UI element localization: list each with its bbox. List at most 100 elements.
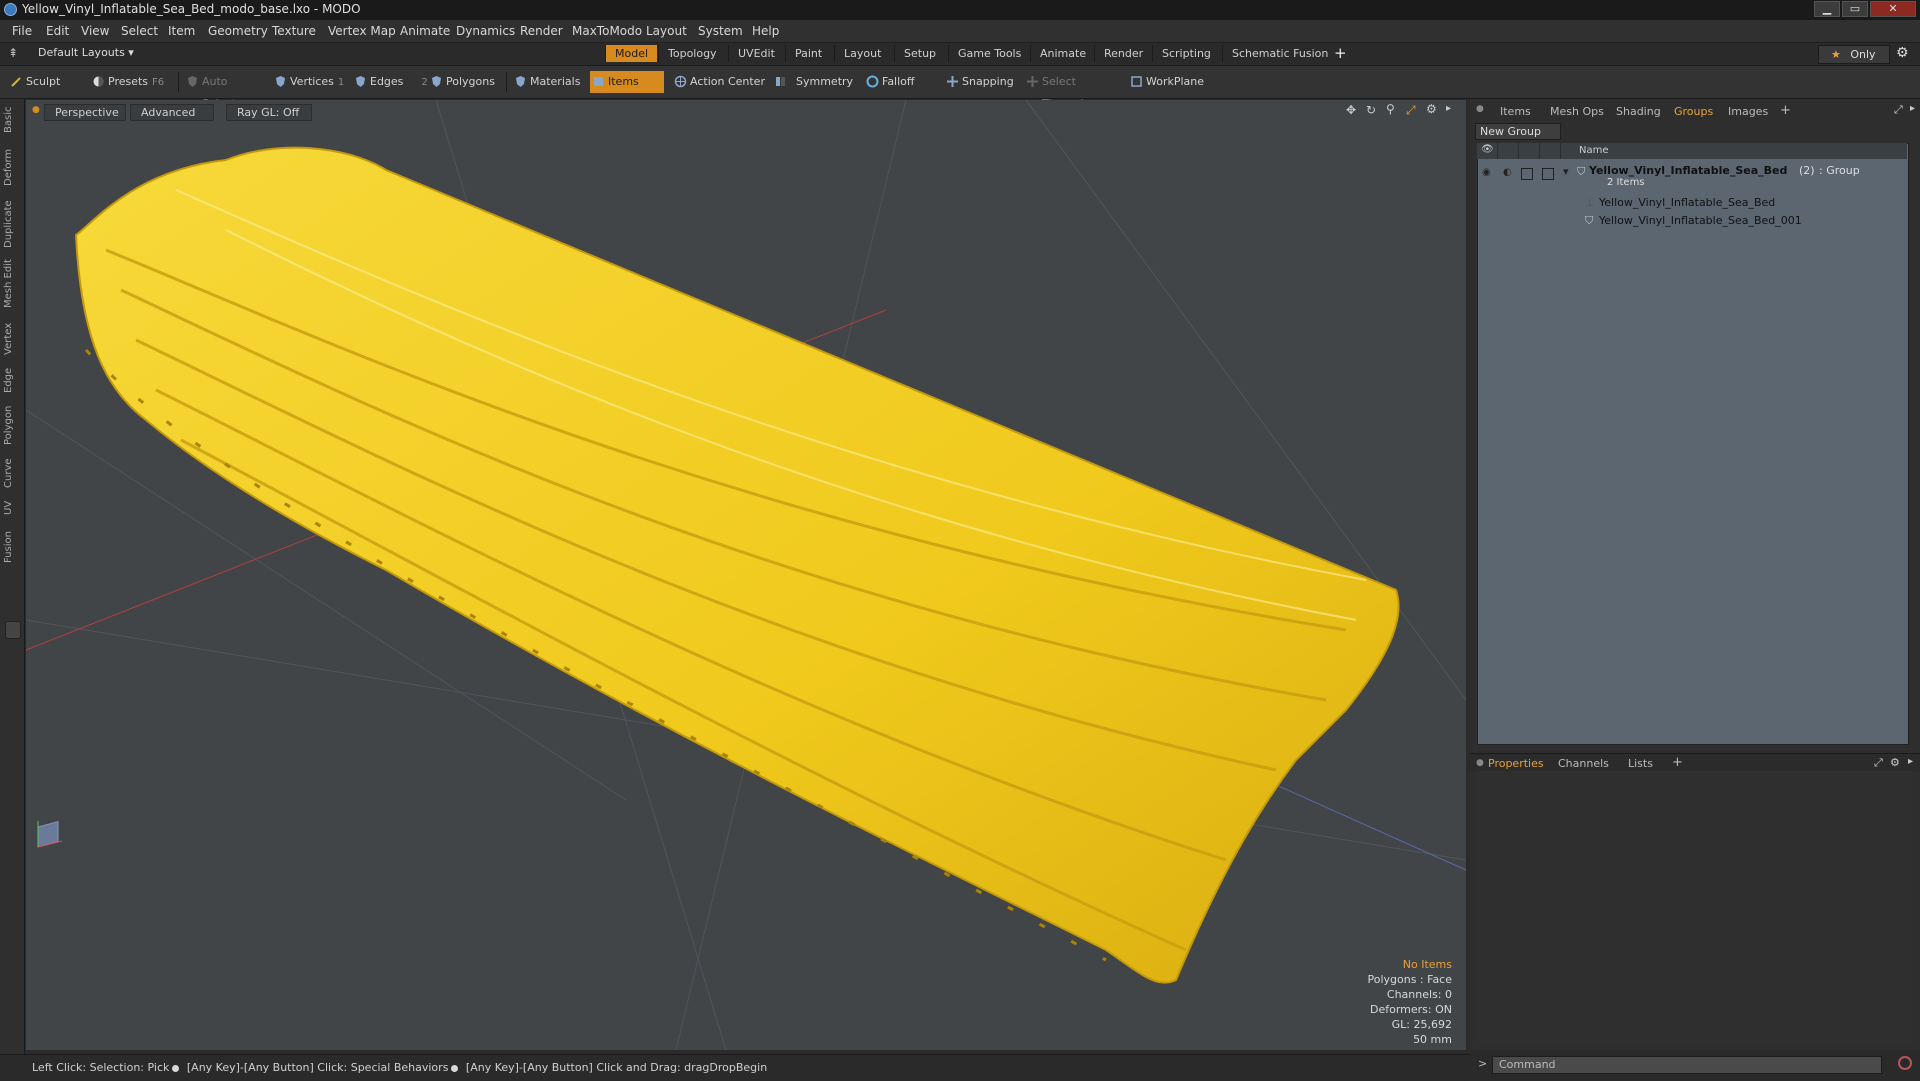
row-render-checkbox[interactable] <box>1521 168 1533 180</box>
pan-icon[interactable]: ✥ <box>1346 103 1356 117</box>
add-layout-icon[interactable]: + <box>1334 44 1347 62</box>
name-column-header[interactable]: Name <box>1579 145 1609 156</box>
group-row[interactable]: ◉ ◐ ▾ ⛉ Yellow_Vinyl_Inflatable_Sea_Bed … <box>1477 163 1907 191</box>
panel-expand-icon[interactable]: ⤢ <box>1894 103 1903 117</box>
minimize-button[interactable]: ▁ <box>1814 1 1840 17</box>
panel-expand-icon[interactable]: ⤢ <box>1874 756 1883 770</box>
menu-animate[interactable]: Animate <box>400 24 450 38</box>
render-column-icon[interactable] <box>1519 143 1540 159</box>
tab-topology[interactable]: Topology <box>658 45 726 62</box>
tab-uv[interactable]: UV <box>3 497 21 519</box>
auto-select-button[interactable]: Auto Select <box>184 71 264 110</box>
layout-selector[interactable]: Default Layouts ▾ <box>38 46 134 59</box>
menu-file[interactable]: File <box>12 24 32 38</box>
command-input[interactable]: Command <box>1492 1056 1882 1074</box>
row-eye-icon[interactable]: ◉ <box>1482 167 1491 178</box>
menu-edit[interactable]: Edit <box>46 24 69 38</box>
zoom-icon[interactable]: ⚲ <box>1386 102 1395 116</box>
record-icon[interactable] <box>1898 1056 1912 1070</box>
raygl-button[interactable]: Ray GL: Off <box>226 104 312 121</box>
row-select-checkbox[interactable] <box>1542 168 1554 180</box>
menu-item[interactable]: Item <box>168 24 195 38</box>
panel-settings-icon[interactable]: ⚙ <box>1890 756 1900 769</box>
menu-texture[interactable]: Texture <box>272 24 316 38</box>
tab-mesh-ops[interactable]: Mesh Ops <box>1550 105 1604 118</box>
menu-dynamics[interactable]: Dynamics <box>456 24 515 38</box>
menu-layout[interactable]: Layout <box>646 24 687 38</box>
tab-items[interactable]: Items <box>1500 105 1531 118</box>
materials-button[interactable]: Materials <box>512 71 590 93</box>
menu-help[interactable]: Help <box>752 24 779 38</box>
expand-arrow-icon[interactable]: ▾ <box>1563 165 1569 178</box>
panel-arrow-icon[interactable]: ▸ <box>1910 103 1915 114</box>
tab-channels[interactable]: Channels <box>1558 757 1609 770</box>
close-button[interactable]: ✕ <box>1870 1 1916 17</box>
viewport-menu-icon[interactable]: ● <box>32 105 40 115</box>
panel-arrow-icon[interactable]: ▸ <box>1908 756 1913 767</box>
edges-button[interactable]: Edges 2 <box>352 71 428 93</box>
symmetry-button[interactable]: Symmetry <box>772 71 853 93</box>
menu-maxtomodo[interactable]: MaxToModo <box>572 24 642 38</box>
tab-fusion[interactable]: Fusion <box>3 527 21 567</box>
tab-mesh-edit[interactable]: Mesh Edit <box>3 259 21 309</box>
strip-toggle-button[interactable] <box>5 621 21 639</box>
menu-select[interactable]: Select <box>121 24 158 38</box>
tab-properties[interactable]: Properties <box>1488 757 1544 770</box>
tab-scripting[interactable]: Scripting <box>1152 45 1220 62</box>
perspective-button[interactable]: Perspective <box>44 104 126 121</box>
tab-setup[interactable]: Setup <box>894 45 945 62</box>
vertices-button[interactable]: Vertices 1 <box>272 71 350 93</box>
tab-polygon[interactable]: Polygon <box>3 403 21 447</box>
tab-lists[interactable]: Lists <box>1628 757 1653 770</box>
tab-schematic-fusion[interactable]: Schematic Fusion <box>1222 45 1337 62</box>
tab-uvedit[interactable]: UVEdit <box>728 45 784 62</box>
new-group-button[interactable]: New Group <box>1475 123 1561 140</box>
sculpt-button[interactable]: Sculpt <box>8 71 88 93</box>
list-item[interactable]: ⛉ Yellow_Vinyl_Inflatable_Sea_Bed_001 <box>1477 213 1907 229</box>
tab-render[interactable]: Render <box>1094 45 1152 62</box>
select-column-icon[interactable] <box>1540 143 1561 159</box>
gear-icon[interactable]: ⚙ <box>1896 45 1909 61</box>
tab-layout[interactable]: Layout <box>834 45 890 62</box>
3d-viewport[interactable]: ● Perspective Advanced Ray GL: Off ✥ ↻ ⚲… <box>26 100 1466 1050</box>
action-center-button[interactable]: Action Center <box>672 71 772 93</box>
panel-menu-icon[interactable]: ● <box>1476 104 1484 114</box>
tab-vertex[interactable]: Vertex <box>3 319 21 359</box>
row-lock-icon[interactable]: ◐ <box>1503 167 1512 178</box>
tab-game-tools[interactable]: Game Tools <box>948 45 1030 62</box>
advanced-button[interactable]: Advanced <box>130 104 214 121</box>
fit-icon[interactable]: ⤢ <box>1406 103 1416 118</box>
tab-animate[interactable]: Animate <box>1030 45 1095 62</box>
falloff-button[interactable]: Falloff <box>864 71 942 93</box>
lock-column-icon[interactable] <box>1498 143 1519 159</box>
menu-vertex-map[interactable]: Vertex Map <box>328 24 396 38</box>
add-tab-icon[interactable]: + <box>1780 103 1791 118</box>
tab-paint[interactable]: Paint <box>785 45 831 62</box>
menu-view[interactable]: View <box>81 24 109 38</box>
visibility-column-icon[interactable]: 👁 <box>1477 143 1498 159</box>
polygons-button[interactable]: Polygons <box>428 71 506 93</box>
only-button[interactable]: ★ Only <box>1818 45 1890 64</box>
tab-curve[interactable]: Curve <box>3 455 21 491</box>
snapping-button[interactable]: Snapping <box>944 71 1026 93</box>
list-item[interactable]: ⊥ Yellow_Vinyl_Inflatable_Sea_Bed <box>1477 195 1907 211</box>
presets-button[interactable]: Presets F6 <box>90 71 172 93</box>
tab-shading[interactable]: Shading <box>1616 105 1661 118</box>
viewport-settings-icon[interactable]: ⚙ <box>1426 102 1437 116</box>
tab-duplicate[interactable]: Duplicate <box>3 199 21 249</box>
tab-deform[interactable]: Deform <box>3 147 21 187</box>
layout-menu-icon[interactable]: ⇞ <box>8 46 18 60</box>
add-tab-icon[interactable]: + <box>1672 755 1683 770</box>
workplane-button[interactable]: WorkPlane <box>1128 71 1212 93</box>
tab-basic[interactable]: Basic <box>3 105 21 135</box>
groups-list[interactable] <box>1477 143 1909 745</box>
tab-model[interactable]: Model <box>605 45 658 62</box>
menu-geometry[interactable]: Geometry <box>208 24 268 38</box>
menu-render[interactable]: Render <box>520 24 563 38</box>
viewport-expand-icon[interactable]: ▸ <box>1446 103 1451 114</box>
tab-edge[interactable]: Edge <box>3 365 21 395</box>
rotate-icon[interactable]: ↻ <box>1366 103 1376 117</box>
menu-system[interactable]: System <box>698 24 743 38</box>
tab-images[interactable]: Images <box>1728 105 1768 118</box>
panel-menu-icon[interactable]: ● <box>1476 758 1484 768</box>
